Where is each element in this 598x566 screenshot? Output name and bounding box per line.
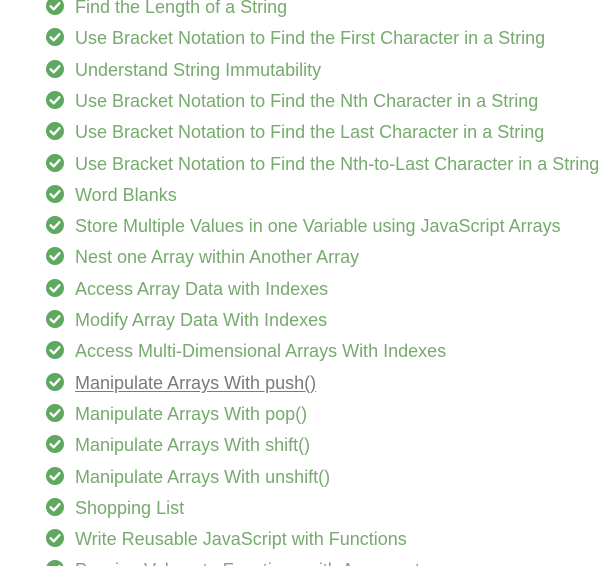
check-circle-icon — [46, 529, 64, 548]
check-circle-icon — [46, 59, 64, 78]
check-circle-icon — [46, 403, 64, 422]
challenge-link[interactable]: Use Bracket Notation to Find the Last Ch… — [75, 121, 544, 143]
challenge-item[interactable]: Use Bracket Notation to Find the Nth Cha… — [0, 90, 598, 122]
challenge-link[interactable]: Manipulate Arrays With push() — [75, 372, 316, 394]
challenge-item[interactable]: Manipulate Arrays With unshift() — [0, 466, 598, 498]
challenge-item[interactable]: Access Multi-Dimensional Arrays With Ind… — [0, 341, 598, 372]
challenge-link[interactable]: Word Blanks — [75, 184, 177, 206]
challenge-link[interactable]: Passing Values to Functions with Argumen… — [75, 559, 429, 566]
check-circle-icon — [46, 28, 64, 47]
challenge-link[interactable]: Access Array Data with Indexes — [75, 278, 328, 300]
challenge-item[interactable]: Write Reusable JavaScript with Functions — [0, 529, 598, 560]
challenge-item[interactable]: Modify Array Data With Indexes — [0, 310, 598, 341]
check-circle-icon — [46, 372, 64, 391]
challenge-item[interactable]: Store Multiple Values in one Variable us… — [0, 216, 598, 247]
challenge-item[interactable]: Understand String Immutability — [0, 59, 598, 91]
challenge-link[interactable]: Write Reusable JavaScript with Functions — [75, 528, 407, 550]
check-circle-icon — [46, 560, 64, 566]
challenge-item[interactable]: Shopping List — [0, 497, 598, 529]
challenge-item[interactable]: Use Bracket Notation to Find the Last Ch… — [0, 122, 598, 153]
challenge-link[interactable]: Find the Length of a String — [75, 0, 287, 18]
check-circle-icon — [46, 310, 64, 328]
check-circle-icon — [46, 0, 64, 15]
challenge-link[interactable]: Manipulate Arrays With unshift() — [75, 466, 330, 488]
challenge-link[interactable]: Manipulate Arrays With pop() — [75, 403, 307, 425]
check-circle-icon — [46, 184, 64, 203]
challenge-link[interactable]: Understand String Immutability — [75, 59, 321, 81]
challenge-link[interactable]: Store Multiple Values in one Variable us… — [75, 215, 561, 237]
challenge-link[interactable]: Use Bracket Notation to Find the First C… — [75, 27, 545, 49]
challenge-item[interactable]: Manipulate Arrays With push() — [0, 372, 598, 404]
challenge-item[interactable]: Passing Values to Functions with Argumen… — [0, 560, 598, 566]
challenge-link[interactable]: Access Multi-Dimensional Arrays With Ind… — [75, 340, 446, 362]
challenge-item[interactable]: Nest one Array within Another Array — [0, 247, 598, 278]
challenge-item[interactable]: Find the Length of a String — [0, 0, 598, 28]
challenge-item[interactable]: Use Bracket Notation to Find the Nth-to-… — [0, 153, 598, 185]
challenge-item[interactable]: Word Blanks — [0, 184, 598, 216]
challenge-link[interactable]: Use Bracket Notation to Find the Nth-to-… — [75, 153, 598, 175]
challenge-link[interactable]: Shopping List — [75, 497, 184, 519]
check-circle-icon — [46, 341, 64, 360]
challenge-link[interactable]: Modify Array Data With Indexes — [75, 309, 327, 331]
check-circle-icon — [46, 435, 64, 454]
check-circle-icon — [46, 247, 64, 266]
challenge-item[interactable]: Use Bracket Notation to Find the First C… — [0, 28, 598, 59]
challenge-item[interactable]: Manipulate Arrays With pop() — [0, 403, 598, 435]
check-circle-icon — [46, 90, 64, 109]
challenge-link[interactable]: Use Bracket Notation to Find the Nth Cha… — [75, 90, 538, 112]
check-circle-icon — [46, 216, 64, 235]
challenge-list: Find the Length of a String Use Bracket … — [0, 0, 598, 566]
check-circle-icon — [46, 122, 64, 141]
check-circle-icon — [46, 278, 64, 297]
challenge-link[interactable]: Manipulate Arrays With shift() — [75, 434, 310, 456]
challenge-link[interactable]: Nest one Array within Another Array — [75, 246, 359, 268]
challenge-item[interactable]: Manipulate Arrays With shift() — [0, 435, 598, 466]
challenge-item[interactable]: Access Array Data with Indexes — [0, 278, 598, 310]
check-circle-icon — [46, 497, 64, 516]
check-circle-icon — [46, 466, 64, 485]
check-circle-icon — [46, 153, 64, 172]
